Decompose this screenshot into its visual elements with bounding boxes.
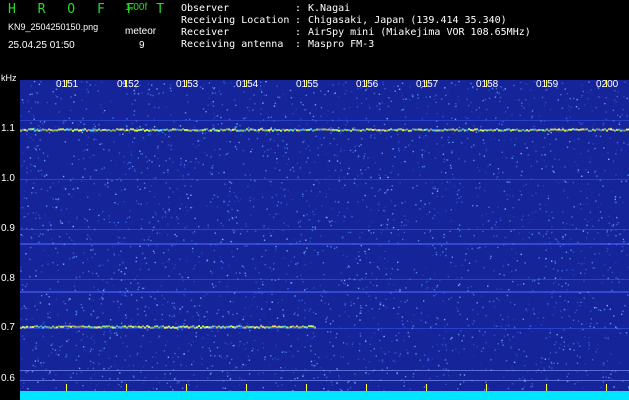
x-tick-label: 0159 — [536, 79, 559, 90]
x-tick-label: 0158 — [476, 79, 499, 90]
y-tick-label: 0.6 — [1, 373, 15, 384]
info-separator: : — [295, 3, 302, 14]
info-key-antenna: Receiving antenna — [181, 39, 284, 50]
y-tick-label: 0.7 — [1, 322, 15, 333]
info-key-location: Receiving Location — [181, 15, 290, 26]
x-tick-mark — [66, 384, 67, 391]
spectrogram-svg — [20, 80, 629, 400]
info-separator: : — [295, 39, 302, 50]
meteor-count: 9 — [139, 40, 145, 51]
grid-line — [20, 120, 629, 121]
faint-carrier-line — [20, 291, 629, 293]
faint-carrier-line — [20, 243, 629, 245]
y-tick-label: 1.1 — [1, 123, 15, 134]
x-tick-mark — [486, 384, 487, 391]
grid-line — [20, 279, 629, 280]
y-tick-label: 0.9 — [1, 223, 15, 234]
info-value-observer: K.Nagai — [308, 3, 351, 14]
signal-trace-upper — [20, 128, 629, 132]
datetime-label: 25.04.25 01:50 — [8, 40, 75, 51]
x-tick-mark — [366, 384, 367, 391]
x-tick-label: 0200 — [596, 79, 619, 90]
version-label: 1.00f — [125, 2, 148, 13]
x-tick-label: 0154 — [236, 79, 259, 90]
x-tick-label: 0155 — [296, 79, 319, 90]
x-tick-mark — [546, 384, 547, 391]
x-tick-mark — [426, 384, 427, 391]
grid-line — [20, 380, 629, 381]
x-tick-label: 0156 — [356, 79, 379, 90]
y-tick-label: 0.8 — [1, 273, 15, 284]
info-separator: : — [295, 15, 302, 26]
x-tick-mark — [306, 384, 307, 391]
filename-label: KN9_2504250150.png — [8, 22, 99, 32]
x-tick-mark — [246, 384, 247, 391]
x-tick-label: 0153 — [176, 79, 199, 90]
info-separator: : — [295, 27, 302, 38]
noise-floor-band — [20, 391, 629, 400]
x-tick-mark — [126, 384, 127, 391]
grid-line — [20, 370, 629, 371]
meteor-label: meteor — [125, 26, 157, 37]
header-panel: H R O F F T 1.00f KN9_2504250150.png met… — [0, 0, 629, 83]
info-value-antenna: Maspro FM-3 — [308, 39, 375, 50]
grid-line — [20, 328, 629, 329]
x-tick-mark — [186, 384, 187, 391]
info-key-observer: Observer — [181, 3, 230, 14]
info-value-receiver: AirSpy mini (Miakejima VOR 108.65MHz) — [308, 27, 531, 38]
y-tick-label: 1.0 — [1, 173, 15, 184]
noise-speckle — [20, 80, 629, 393]
x-tick-marks — [66, 80, 607, 391]
x-tick-mark — [606, 384, 607, 391]
info-key-receiver: Receiver — [181, 27, 230, 38]
grid-line — [20, 229, 629, 230]
grid-line — [20, 179, 629, 180]
x-tick-label: 0157 — [416, 79, 439, 90]
x-tick-label: 0151 — [56, 79, 79, 90]
spectrogram-plot — [20, 80, 629, 400]
x-tick-label: 0152 — [117, 79, 140, 90]
unit-label: kHz — [1, 73, 17, 83]
info-value-location: Chigasaki, Japan (139.414 35.340) — [308, 15, 507, 26]
